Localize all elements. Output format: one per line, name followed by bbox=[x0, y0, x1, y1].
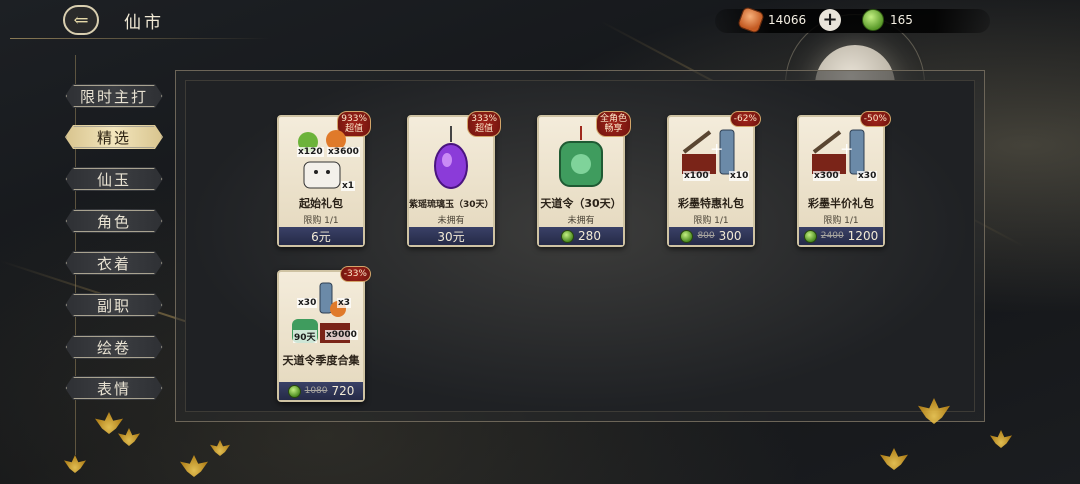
back-button[interactable]: ⇐ bbox=[63, 5, 99, 35]
jade-token-icon bbox=[559, 126, 603, 187]
product-card[interactable]: -50% + x300 x30 彩墨半价礼包 限购 1/1 2400 1200 bbox=[797, 111, 891, 247]
original-price: 800 bbox=[697, 231, 715, 241]
product-image: + bbox=[805, 123, 877, 195]
title-divider bbox=[10, 38, 270, 39]
qty-label: x1 bbox=[341, 181, 356, 191]
qty-label: x300 bbox=[813, 171, 840, 181]
product-card[interactable]: 333% 超值 紫瑶琉璃玉（30天） 未拥有 30元 bbox=[407, 111, 501, 247]
price-value: 280 bbox=[578, 229, 601, 243]
qty-label: 90天 bbox=[293, 330, 317, 343]
price-button[interactable]: 280 bbox=[539, 227, 623, 245]
price-button[interactable]: 6元 bbox=[279, 227, 363, 245]
product-card[interactable]: 全角色 畅享 天道令（30天） 未拥有 280 bbox=[537, 111, 631, 247]
ownership-status: 未拥有 bbox=[437, 216, 465, 226]
jade-icon bbox=[561, 229, 575, 243]
product-name: 天道令季度合集 bbox=[282, 354, 360, 367]
product-image bbox=[545, 123, 617, 195]
purchase-limit: 限购 1/1 bbox=[693, 216, 729, 226]
tab-scroll[interactable]: 绘卷 bbox=[65, 335, 163, 359]
qty-label: x3600 bbox=[327, 147, 360, 157]
tab-selected[interactable]: 精选 bbox=[65, 125, 163, 149]
tab-jade[interactable]: 仙玉 bbox=[65, 167, 163, 191]
tab-subjob[interactable]: 副职 bbox=[65, 293, 163, 317]
qty-label: x30 bbox=[297, 298, 318, 308]
svg-text:+: + bbox=[710, 139, 723, 158]
tab-limited-featured[interactable]: 限时主打 bbox=[65, 84, 163, 108]
qty-label: x30 bbox=[857, 171, 878, 181]
purple-jade-pendant-icon bbox=[434, 126, 468, 189]
tab-label: 精选 bbox=[96, 128, 131, 147]
svg-text:+: + bbox=[840, 139, 853, 158]
price-value: 30元 bbox=[437, 229, 465, 244]
original-price: 2400 bbox=[820, 231, 844, 241]
product-image: + bbox=[675, 123, 747, 195]
qty-label: x100 bbox=[683, 171, 710, 181]
price-value: 1200 bbox=[847, 229, 879, 243]
tab-label: 衣着 bbox=[96, 254, 131, 273]
price-value: 6元 bbox=[311, 229, 331, 244]
jade-icon bbox=[862, 9, 884, 31]
original-price: 1080 bbox=[304, 386, 328, 396]
jade-currency: 165 bbox=[862, 9, 913, 31]
tab-label: 副职 bbox=[96, 296, 131, 315]
product-card[interactable]: 933% 超值 x120 x3600 x1 起始礼包 限购 1/1 6元 bbox=[277, 111, 371, 247]
qty-label: x3 bbox=[337, 298, 352, 308]
ink-brush-bundle-icon: + bbox=[682, 129, 735, 175]
ore-crystal-icon bbox=[736, 5, 766, 35]
price-value: 720 bbox=[331, 384, 355, 398]
qty-label: x9000 bbox=[325, 330, 358, 340]
ore-amount: 14066 bbox=[768, 13, 807, 27]
product-name: 起始礼包 bbox=[299, 197, 343, 210]
price-button[interactable]: 1080 720 bbox=[279, 382, 363, 400]
plus-icon: + bbox=[822, 9, 838, 30]
jade-icon bbox=[680, 229, 694, 243]
tab-emote[interactable]: 表情 bbox=[65, 376, 163, 400]
qty-label: x10 bbox=[729, 171, 750, 181]
tab-label: 角色 bbox=[96, 212, 131, 231]
tab-label: 仙玉 bbox=[96, 170, 131, 189]
tab-label: 限时主打 bbox=[79, 87, 148, 106]
jade-icon bbox=[803, 229, 817, 243]
price-button[interactable]: 800 300 bbox=[669, 227, 753, 245]
product-card[interactable]: -33% x30 x3 90天 x9000 天道令季度合集 1080 720 bbox=[277, 266, 371, 402]
ownership-status: 未拥有 bbox=[567, 216, 595, 226]
top-bar: ⇐ 仙市 14066 + 165 bbox=[0, 0, 1080, 40]
product-name: 彩墨半价礼包 bbox=[808, 197, 874, 210]
purchase-limit: 限购 1/1 bbox=[303, 216, 339, 226]
price-value: 300 bbox=[718, 229, 742, 243]
jade-amount: 165 bbox=[890, 13, 913, 27]
back-arrow-icon: ⇐ bbox=[73, 9, 89, 31]
tab-clothing[interactable]: 衣着 bbox=[65, 251, 163, 275]
price-button[interactable]: 2400 1200 bbox=[799, 227, 883, 245]
tab-label: 绘卷 bbox=[96, 338, 131, 357]
ore-currency: 14066 bbox=[736, 5, 807, 35]
add-currency-button[interactable]: + bbox=[819, 9, 841, 31]
product-name: 紫瑶琉璃玉（30天） bbox=[409, 200, 494, 210]
product-card[interactable]: -62% + x100 x10 彩墨特惠礼包 限购 1/1 800 300 bbox=[667, 111, 761, 247]
purchase-limit: 限购 1/1 bbox=[823, 216, 859, 226]
product-name: 天道令（30天） bbox=[540, 197, 622, 210]
ink-brush-bundle-icon: + bbox=[812, 129, 865, 175]
product-image bbox=[415, 123, 487, 195]
tab-character[interactable]: 角色 bbox=[65, 209, 163, 233]
product-name: 彩墨特惠礼包 bbox=[678, 197, 744, 210]
price-button[interactable]: 30元 bbox=[409, 227, 493, 245]
qty-label: x120 bbox=[297, 147, 324, 157]
jade-icon bbox=[287, 384, 301, 398]
tab-label: 表情 bbox=[96, 379, 131, 398]
page-title: 仙市 bbox=[124, 13, 164, 33]
